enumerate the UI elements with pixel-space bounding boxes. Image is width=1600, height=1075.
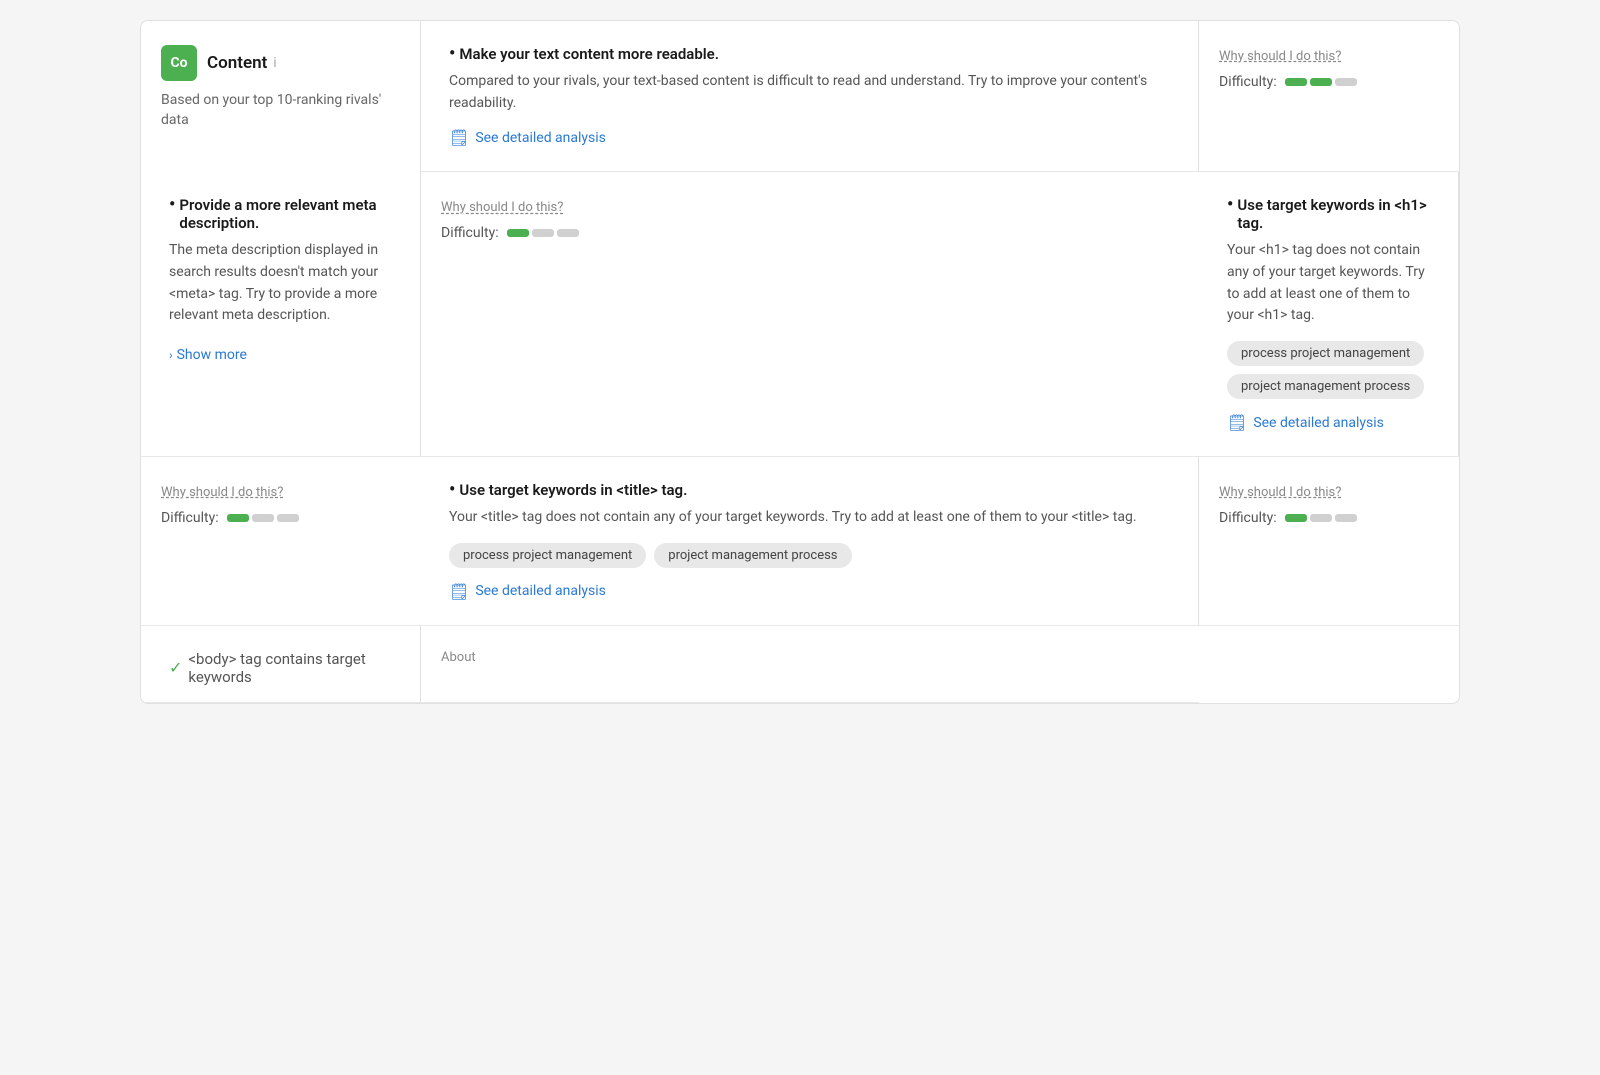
difficulty-meta: Difficulty: [441,225,1179,241]
doc-icon-title-kw: 🗒 [449,582,469,601]
row-h1-desc: Your <h1> tag does not contain any of yo… [1227,240,1430,327]
row-h1-title: • Use target keywords in <h1> tag. [1227,196,1430,232]
difficulty-label-readability: Difficulty: [1219,74,1277,90]
logo-badge: Co [161,45,197,81]
h1-tags: process project management project manag… [1227,341,1430,399]
info-icon[interactable]: i [273,55,276,71]
readability-detail-link[interactable]: 🗒 See detailed analysis [449,128,606,147]
doc-icon: 🗒 [449,128,469,147]
why-link-h1[interactable]: Why should I do this? [161,485,283,500]
main-container: Co Content i Based on your top 10-rankin… [140,20,1460,704]
title-kw-detail-link[interactable]: 🗒 See detailed analysis [449,582,606,601]
difficulty-label-title-kw: Difficulty: [1219,510,1277,526]
title-kw-tags: process project management project manag… [449,543,1170,568]
difficulty-readability: Difficulty: [1219,74,1439,90]
row-readability-main: • Make your text content more readable. … [421,21,1199,172]
difficulty-bar-meta [507,229,579,237]
sidebar-title-row: Content i [207,53,277,73]
difficulty-bar-title-kw [1285,514,1357,522]
bar-seg-m3 [557,229,579,237]
bar-seg-tk1 [1285,514,1307,522]
partial-title-text: <body> tag contains target keywords [188,650,392,686]
bar-seg-3 [1335,78,1357,86]
row-readability-aside: Why should I do this? Difficulty: [1199,21,1459,172]
sidebar-subtitle: Based on your top 10-ranking rivals' dat… [161,91,400,130]
partial-row-title: ✓ <body> tag contains target keywords [169,650,392,686]
bullet-icon-2: • [169,196,175,214]
bar-seg-m2 [532,229,554,237]
title-kw-tag-1: process project management [449,543,646,568]
bar-seg-tk2 [1310,514,1332,522]
why-link-title-kw[interactable]: Why should I do this? [1219,485,1341,500]
row-title-kw-desc: Your <title> tag does not contain any of… [449,507,1170,529]
about-text: About [441,650,1179,665]
difficulty-label-meta: Difficulty: [441,225,499,241]
row-readability-title: • Make your text content more readable. [449,45,1170,63]
row-meta-title: • Provide a more relevant meta descripti… [169,196,392,232]
bullet-icon-4: • [449,481,455,499]
sidebar-header: Co Content i [161,45,400,81]
sidebar-title: Content [207,53,267,73]
bar-seg-1 [1285,78,1307,86]
show-more-button[interactable]: › Show more [169,347,247,363]
row-meta-aside: Why should I do this? Difficulty: [421,172,1199,457]
row-title-kw-main: • Use target keywords in <title> tag. Yo… [421,457,1199,626]
row-readability-desc: Compared to your rivals, your text-based… [449,71,1170,114]
chevron-right-icon: › [169,348,173,362]
check-icon: ✓ [169,658,182,677]
row-body-kw-main: ✓ <body> tag contains target keywords [141,626,421,703]
sidebar: Co Content i Based on your top 10-rankin… [141,21,421,172]
row-title-kw-title: • Use target keywords in <title> tag. [449,481,1170,499]
bullet-icon: • [449,45,455,63]
doc-icon-h1: 🗒 [1227,413,1247,432]
bar-seg-h1-2 [252,514,274,522]
row-body-kw-aside: About [421,626,1199,703]
difficulty-bar-h1 [227,514,299,522]
row-h1-main: • Use target keywords in <h1> tag. Your … [1199,172,1459,457]
bar-seg-m1 [507,229,529,237]
difficulty-label-h1: Difficulty: [161,510,219,526]
row-meta-desc: The meta description displayed in search… [169,240,392,327]
difficulty-title-kw: Difficulty: [1219,510,1439,526]
row-title-kw-aside: Why should I do this? Difficulty: [1199,457,1459,626]
bar-seg-h1-3 [277,514,299,522]
title-kw-tag-2: project management process [654,543,851,568]
row-h1-aside: Why should I do this? Difficulty: [141,457,421,626]
bullet-icon-3: • [1227,196,1233,214]
difficulty-h1: Difficulty: [161,510,401,526]
bar-seg-h1 [227,514,249,522]
why-link-readability[interactable]: Why should I do this? [1219,49,1341,64]
grid-layout: Co Content i Based on your top 10-rankin… [141,21,1459,703]
h1-tag-1: process project management [1227,341,1424,366]
difficulty-bar-readability [1285,78,1357,86]
why-link-meta[interactable]: Why should I do this? [441,200,563,215]
h1-tag-2: project management process [1227,374,1424,399]
bar-seg-2 [1310,78,1332,86]
h1-detail-link[interactable]: 🗒 See detailed analysis [1227,413,1384,432]
row-meta-main: • Provide a more relevant meta descripti… [141,172,421,457]
bar-seg-tk3 [1335,514,1357,522]
